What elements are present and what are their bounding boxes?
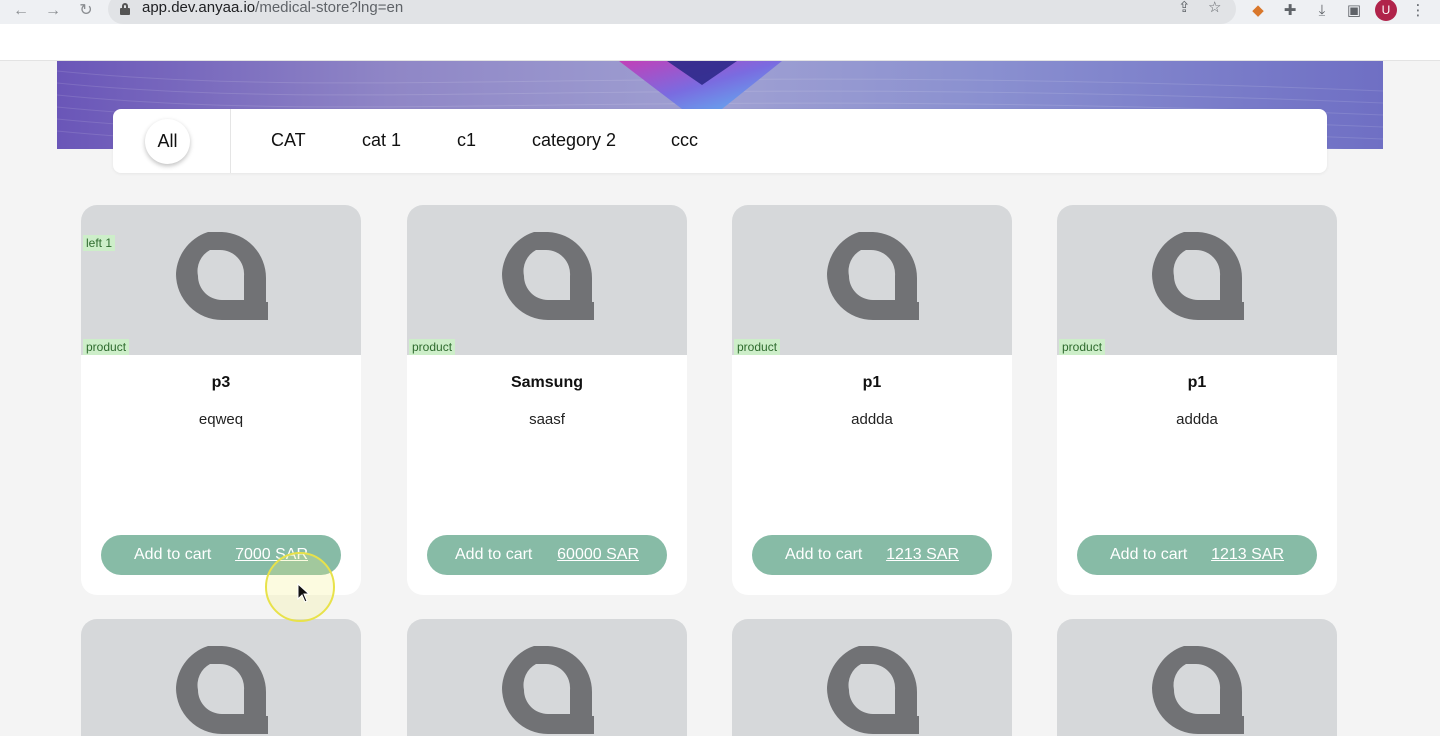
product-card[interactable]: product p1 addda Add to cart 1213 SAR: [732, 205, 1012, 595]
product-image[interactable]: product: [732, 205, 1012, 355]
category-divider: [230, 109, 231, 173]
cart-label: Add to cart: [134, 546, 212, 563]
product-title[interactable]: Samsung: [407, 374, 687, 392]
product-price: 1213 SAR: [886, 546, 959, 563]
product-card[interactable]: [732, 619, 1012, 736]
store-logo-icon: [1151, 646, 1244, 734]
product-price: 60000 SAR: [557, 546, 639, 563]
category-item[interactable]: c1: [457, 130, 476, 151]
page-header-strip: [0, 24, 1440, 61]
product-description: addda: [1176, 411, 1218, 428]
avatar[interactable]: U: [1375, 0, 1397, 21]
type-badge: product: [734, 339, 781, 355]
download-icon[interactable]: ⤓: [1312, 1, 1332, 21]
store-logo-icon: [1151, 232, 1244, 320]
product-title[interactable]: p1: [1057, 374, 1337, 392]
category-item[interactable]: category 2: [532, 130, 616, 151]
category-item[interactable]: cat 1: [362, 130, 401, 151]
store-logo-icon: [826, 232, 919, 320]
type-badge: product: [83, 339, 130, 355]
add-to-cart-button[interactable]: Add to cart 1213 SAR: [752, 535, 992, 575]
type-badge: product: [1059, 339, 1106, 355]
star-icon[interactable]: ☆: [1208, 0, 1221, 16]
fox-extension-icon[interactable]: ◆: [1248, 1, 1268, 21]
category-filter-bar: All CAT cat 1 c1 category 2 ccc: [113, 109, 1327, 173]
store-logo-icon: [501, 232, 594, 320]
category-item[interactable]: CAT: [271, 130, 306, 151]
type-badge: product: [409, 339, 456, 355]
mouse-cursor-icon: [297, 583, 311, 603]
store-logo-icon: [175, 232, 268, 320]
product-image[interactable]: product: [1057, 205, 1337, 355]
reload-icon[interactable]: ↻: [76, 1, 96, 21]
side-panel-icon[interactable]: ▣: [1344, 1, 1364, 21]
share-icon[interactable]: ⇪: [1178, 0, 1191, 16]
store-logo-icon: [175, 646, 268, 734]
url-host: app.dev.anyaa.io: [142, 0, 256, 16]
product-card[interactable]: [407, 619, 687, 736]
product-image[interactable]: product: [407, 205, 687, 355]
category-item[interactable]: ccc: [671, 130, 698, 151]
product-title[interactable]: p1: [732, 374, 1012, 392]
category-all-button[interactable]: All: [145, 119, 190, 164]
product-title[interactable]: p3: [81, 374, 361, 392]
product-card[interactable]: left 1 product p3 eqweq Add to cart 7000…: [81, 205, 361, 595]
forward-arrow-icon[interactable]: →: [43, 1, 63, 21]
product-card[interactable]: [81, 619, 361, 736]
product-card[interactable]: [1057, 619, 1337, 736]
stock-badge: left 1: [83, 235, 116, 251]
product-image[interactable]: left 1 product: [81, 205, 361, 355]
cart-label: Add to cart: [785, 546, 863, 563]
store-logo-icon: [826, 646, 919, 734]
store-logo-icon: [501, 646, 594, 734]
address-bar[interactable]: app.dev.anyaa.io/medical-store?lng=en ⇪ …: [108, 0, 1236, 24]
product-card[interactable]: product p1 addda Add to cart 1213 SAR: [1057, 205, 1337, 595]
url-path: /medical-store?lng=en: [255, 0, 404, 16]
product-description: saasf: [529, 411, 565, 428]
browser-toolbar: ← → ↻ app.dev.anyaa.io/medical-store?lng…: [0, 0, 1440, 24]
product-description: eqweq: [198, 411, 244, 428]
cart-label: Add to cart: [455, 546, 533, 563]
product-card[interactable]: product Samsung saasf Add to cart 60000 …: [407, 205, 687, 595]
product-price: 1213 SAR: [1211, 546, 1284, 563]
add-to-cart-button[interactable]: Add to cart 1213 SAR: [1077, 535, 1317, 575]
product-description: addda: [851, 411, 893, 428]
puzzle-extension-icon[interactable]: ✚: [1280, 1, 1300, 21]
add-to-cart-button[interactable]: Add to cart 60000 SAR: [427, 535, 667, 575]
back-arrow-icon[interactable]: ←: [11, 1, 31, 21]
url-text[interactable]: app.dev.anyaa.io/medical-store?lng=en: [142, 0, 403, 16]
kebab-menu-icon[interactable]: ⋮: [1408, 1, 1428, 21]
cart-label: Add to cart: [1110, 546, 1188, 563]
lock-icon: [120, 3, 130, 15]
